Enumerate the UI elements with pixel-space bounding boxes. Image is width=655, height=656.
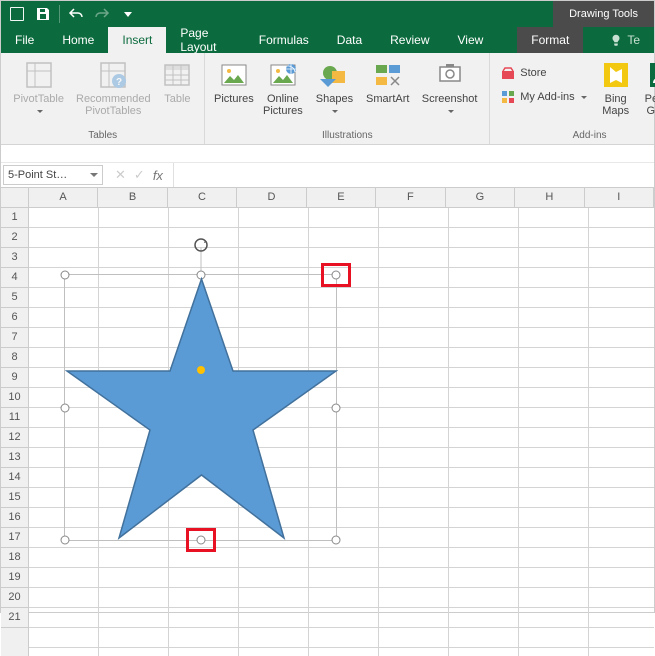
shape-adjust-handle[interactable]: [197, 366, 205, 374]
row-header[interactable]: 12: [1, 428, 28, 448]
tab-formulas[interactable]: Formulas: [245, 27, 323, 53]
tab-data[interactable]: Data: [323, 27, 376, 53]
row-header[interactable]: 8: [1, 348, 28, 368]
row-header[interactable]: 4: [1, 268, 28, 288]
row-header[interactable]: 1: [1, 208, 28, 228]
table-button[interactable]: Table: [156, 57, 198, 107]
row-header[interactable]: 20: [1, 588, 28, 608]
tab-home[interactable]: Home: [48, 27, 108, 53]
my-addins-button[interactable]: My Add-ins: [500, 87, 586, 107]
store-button[interactable]: Store: [500, 63, 586, 83]
screenshot-button[interactable]: Screenshot: [416, 57, 483, 119]
pictures-button[interactable]: Pictures: [211, 57, 256, 107]
group-illustrations-label: Illustrations: [205, 128, 489, 144]
row-header[interactable]: 7: [1, 328, 28, 348]
row-headers[interactable]: 1 2 3 4 5 6 7 8 9 10 11 12 13 14 15 16 1…: [1, 208, 29, 656]
people-graph-button[interactable]: People Graph: [641, 57, 655, 119]
formula-buttons: ✕ ✓ fx: [105, 163, 174, 187]
row-header[interactable]: 2: [1, 228, 28, 248]
tell-me-search[interactable]: Te: [595, 27, 654, 53]
svg-text:?: ?: [116, 77, 122, 88]
online-pictures-button[interactable]: Online Pictures: [260, 57, 305, 119]
recommended-pivottables-button[interactable]: ? Recommended PivotTables: [74, 57, 152, 119]
column-header[interactable]: D: [237, 188, 306, 207]
rotation-handle-icon[interactable]: [193, 237, 209, 253]
tab-page-layout[interactable]: Page Layout: [166, 27, 244, 53]
row-header[interactable]: 17: [1, 528, 28, 548]
group-tables: PivotTable ? Recommended PivotTables Tab…: [1, 53, 205, 144]
enter-icon[interactable]: ✓: [134, 167, 145, 183]
tab-file[interactable]: File: [1, 27, 48, 53]
pivottable-button[interactable]: PivotTable: [7, 57, 70, 119]
cell-area[interactable]: [29, 208, 654, 656]
group-illustrations: Pictures Online Pictures Shapes SmartArt…: [205, 53, 490, 144]
tab-review[interactable]: Review: [376, 27, 443, 53]
highlight-box: [321, 263, 351, 287]
ribbon-body: PivotTable ? Recommended PivotTables Tab…: [1, 53, 654, 145]
row-header[interactable]: 14: [1, 468, 28, 488]
title-bar: Drawing Tools: [1, 1, 654, 27]
tab-insert[interactable]: Insert: [108, 27, 166, 53]
column-header[interactable]: A: [29, 188, 98, 207]
fx-icon[interactable]: fx: [153, 168, 163, 183]
row-header[interactable]: 6: [1, 308, 28, 328]
name-box[interactable]: 5-Point St…: [3, 165, 103, 185]
group-addins-label: Add-ins: [490, 128, 655, 144]
bing-maps-button[interactable]: Bing Maps: [595, 57, 637, 119]
row-header[interactable]: 3: [1, 248, 28, 268]
shape-bounding-box[interactable]: [64, 274, 337, 541]
quick-access-toolbar: [1, 3, 140, 25]
save-button[interactable]: [31, 3, 55, 25]
row-header[interactable]: 19: [1, 568, 28, 588]
formula-bar: 5-Point St… ✕ ✓ fx: [1, 163, 654, 188]
cancel-icon[interactable]: ✕: [115, 167, 126, 183]
column-header[interactable]: G: [446, 188, 515, 207]
undo-button[interactable]: [64, 3, 88, 25]
row-header[interactable]: 15: [1, 488, 28, 508]
tab-format[interactable]: Format: [517, 27, 583, 53]
row-header[interactable]: 13: [1, 448, 28, 468]
row-header[interactable]: 16: [1, 508, 28, 528]
group-addins: Store My Add-ins Bing Maps People Graph …: [490, 53, 655, 144]
highlight-box: [186, 528, 216, 552]
formula-input[interactable]: [174, 163, 654, 187]
qat-dropdown[interactable]: [116, 3, 140, 25]
excel-app-icon[interactable]: [5, 3, 29, 25]
column-header[interactable]: H: [515, 188, 584, 207]
worksheet-grid[interactable]: A B C D E F G H I 1 2 3 4 5 6 7 8 9 10 1…: [1, 188, 654, 656]
column-header[interactable]: I: [585, 188, 654, 207]
column-header[interactable]: F: [376, 188, 445, 207]
ribbon-tab-strip: File Home Insert Page Layout Formulas Da…: [1, 27, 654, 53]
shapes-button[interactable]: Shapes: [309, 57, 359, 119]
row-header[interactable]: 18: [1, 548, 28, 568]
row-header[interactable]: 9: [1, 368, 28, 388]
smartart-button[interactable]: SmartArt: [364, 57, 412, 107]
select-all-corner[interactable]: [1, 188, 29, 207]
row-header[interactable]: 11: [1, 408, 28, 428]
row-header[interactable]: 10: [1, 388, 28, 408]
redo-button[interactable]: [90, 3, 114, 25]
row-header[interactable]: 5: [1, 288, 28, 308]
star-shape[interactable]: [65, 275, 338, 542]
contextual-tab-title: Drawing Tools: [553, 1, 654, 27]
column-header[interactable]: E: [307, 188, 376, 207]
row-header[interactable]: 21: [1, 608, 28, 628]
column-header[interactable]: B: [98, 188, 167, 207]
column-header[interactable]: C: [168, 188, 237, 207]
column-headers[interactable]: A B C D E F G H I: [1, 188, 654, 208]
tab-view[interactable]: View: [444, 27, 498, 53]
group-tables-label: Tables: [1, 128, 204, 144]
